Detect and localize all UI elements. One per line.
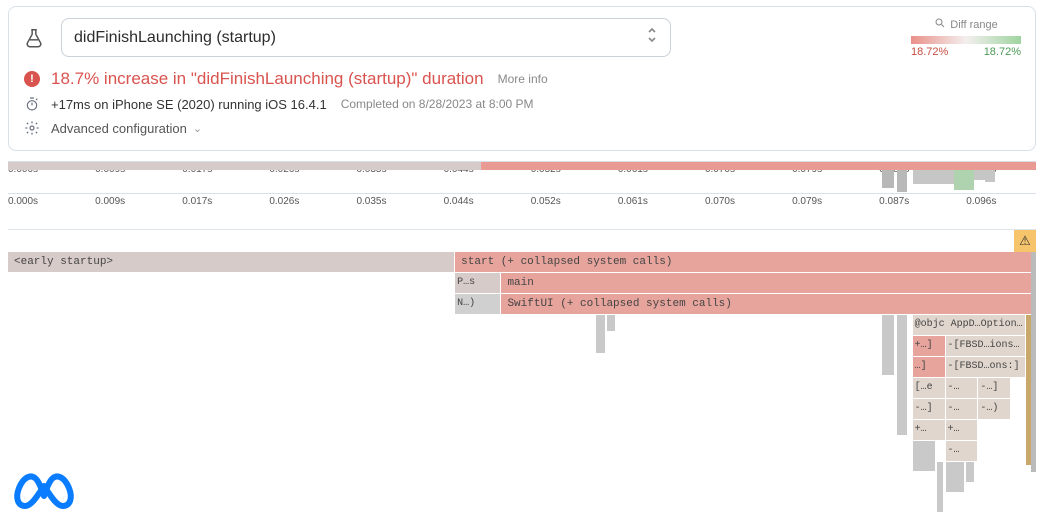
overview-band[interactable]: 0.000s0.009s0.017s0.026s0.035s0.044s0.05… bbox=[8, 162, 1036, 194]
frame-r1a[interactable]: +…] bbox=[913, 336, 946, 356]
info-rows: ! 18.7% increase in "didFinishLaunching … bbox=[23, 66, 1021, 140]
ruler-tick: 0.096s bbox=[966, 196, 996, 207]
ruler-tick: 0.087s bbox=[879, 196, 909, 207]
frame-r3a[interactable]: […e bbox=[913, 378, 946, 398]
frame-r5b[interactable]: +… bbox=[946, 420, 979, 440]
diff-gradient-bar bbox=[911, 36, 1021, 44]
frame-r4c[interactable]: -…) bbox=[978, 399, 1011, 419]
device-row: +17ms on iPhone SE (2020) running iOS 16… bbox=[23, 92, 1021, 116]
diff-range-title: Diff range bbox=[950, 19, 998, 31]
flamegraph[interactable]: ⚠ <early startup> start (+ collapsed sys… bbox=[8, 230, 1036, 520]
regression-text: 18.7% increase in "didFinishLaunching (s… bbox=[51, 69, 484, 89]
frame-early-startup[interactable]: <early startup> bbox=[8, 252, 455, 272]
advanced-row[interactable]: Advanced configuration ⌄ bbox=[23, 116, 1021, 140]
ruler-main: 0.000s 0.009s 0.017s 0.026s 0.035s 0.044s 0.05… bbox=[8, 194, 1036, 230]
ruler-tick: 0.044s bbox=[444, 196, 474, 207]
chevron-up-down-icon bbox=[646, 27, 658, 48]
frame-swiftui[interactable]: SwiftUI (+ collapsed system calls) bbox=[501, 294, 1036, 314]
frame-r2b[interactable]: -[FBSD…ons:] bbox=[946, 357, 1026, 377]
frame-r1b[interactable]: -[FBSD…ions:] bbox=[946, 336, 1026, 356]
diff-range-legend: Diff range 18.72% 18.72% bbox=[911, 17, 1021, 58]
ruler-tick: 0.000s bbox=[8, 196, 38, 207]
ruler-tick: 0.052s bbox=[531, 196, 561, 207]
ruler-tick: 0.035s bbox=[356, 196, 386, 207]
frame-main[interactable]: main bbox=[501, 273, 1036, 293]
chevron-down-icon: ⌄ bbox=[193, 122, 202, 135]
frame-r6[interactable]: -… bbox=[946, 441, 979, 461]
alert-icon: ! bbox=[24, 71, 40, 87]
frame-r4b[interactable]: -… bbox=[946, 399, 979, 419]
flask-icon bbox=[23, 27, 45, 49]
magnify-icon bbox=[934, 17, 946, 32]
more-info-link[interactable]: More info bbox=[498, 72, 548, 86]
metric-select-label: didFinishLaunching (startup) bbox=[74, 29, 276, 47]
frame-r3b[interactable]: -… bbox=[946, 378, 979, 398]
top-row: didFinishLaunching (startup) Diff range bbox=[23, 17, 1021, 58]
frame-start[interactable]: start (+ collapsed system calls) bbox=[455, 252, 1036, 272]
frame-n[interactable]: N…) bbox=[455, 294, 501, 314]
ruler-tick: 0.061s bbox=[618, 196, 648, 207]
ruler-tick: 0.070s bbox=[705, 196, 735, 207]
diff-neg-label: 18.72% bbox=[911, 46, 948, 58]
frame-objc[interactable]: @objc AppD…Options:) bbox=[913, 315, 1026, 335]
warning-badge[interactable]: ⚠ bbox=[1014, 230, 1036, 252]
ruler-tick: 0.079s bbox=[792, 196, 822, 207]
diff-pos-label: 18.72% bbox=[984, 46, 1021, 58]
advanced-label: Advanced configuration bbox=[51, 121, 187, 136]
device-text: +17ms on iPhone SE (2020) running iOS 16… bbox=[51, 97, 327, 112]
timeline: 0.000s 0.009s 0.017s 0.026s 0.035s 0.044s 0.05… bbox=[8, 161, 1036, 520]
stopwatch-icon bbox=[23, 95, 41, 113]
meta-logo bbox=[12, 468, 76, 515]
gear-icon bbox=[23, 119, 41, 137]
regression-row: ! 18.7% increase in "didFinishLaunching … bbox=[23, 66, 1021, 92]
frame-r5a[interactable]: +… bbox=[913, 420, 946, 440]
frame-r4a[interactable]: -…] bbox=[913, 399, 946, 419]
frame-ps[interactable]: P…s bbox=[455, 273, 501, 293]
ruler-tick: 0.009s bbox=[95, 196, 125, 207]
frame-r3c[interactable]: -…] bbox=[978, 378, 1011, 398]
ruler-tick: 0.017s bbox=[182, 196, 212, 207]
completed-text: Completed on 8/28/2023 at 8:00 PM bbox=[341, 97, 534, 111]
frame-r2a[interactable]: …] bbox=[913, 357, 946, 377]
ruler-tick: 0.026s bbox=[269, 196, 299, 207]
header-card: didFinishLaunching (startup) Diff range bbox=[8, 6, 1036, 151]
metric-select[interactable]: didFinishLaunching (startup) bbox=[61, 18, 671, 57]
